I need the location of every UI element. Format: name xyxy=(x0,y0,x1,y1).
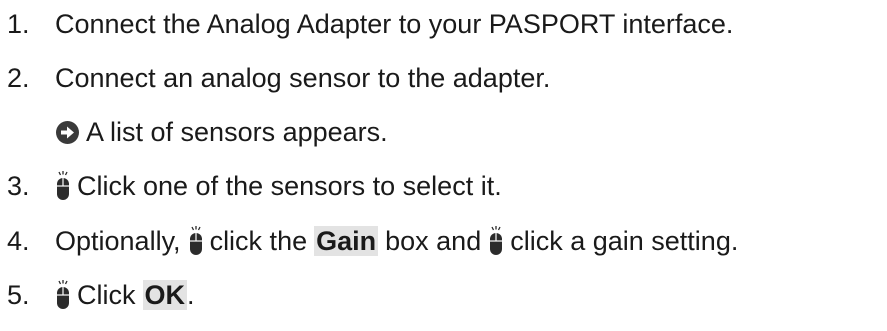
step-text: Connect an analog sensor to the adapter. xyxy=(55,63,551,93)
step-2: 2. Connect an analog sensor to the adapt… xyxy=(0,58,550,98)
mouse-click-icon xyxy=(188,225,204,257)
mouse-click-icon xyxy=(55,279,71,311)
step-2-result: A list of sensors appears. xyxy=(55,112,388,152)
step-5: 5. Click OK . xyxy=(0,275,195,315)
gain-term: Gain xyxy=(314,226,379,256)
step-number: 1. xyxy=(7,9,30,39)
step-text: Optionally, xyxy=(55,226,181,256)
ok-term: OK xyxy=(142,280,187,310)
arrow-right-circle-icon xyxy=(55,120,80,145)
step-text: Connect the Analog Adapter to your PASPO… xyxy=(55,9,734,39)
step-number: 2. xyxy=(7,63,30,93)
result-text: A list of sensors appears. xyxy=(86,117,388,147)
mouse-click-icon xyxy=(488,225,504,257)
step-number: 4. xyxy=(7,226,30,256)
step-text: click a gain setting. xyxy=(510,226,739,256)
step-1: 1. Connect the Analog Adapter to your PA… xyxy=(0,4,733,44)
step-4: 4. Optionally, click the Gain box and cl xyxy=(0,221,738,261)
mouse-click-icon xyxy=(55,170,71,202)
step-text: Click one of the sensors to select it. xyxy=(77,171,502,201)
step-text: Click xyxy=(77,280,136,310)
step-text: box and xyxy=(385,226,482,256)
step-number: 5. xyxy=(7,280,30,310)
step-text-end: . xyxy=(187,280,195,310)
step-number: 3. xyxy=(7,171,30,201)
step-text: click the xyxy=(209,226,308,256)
step-3: 3. Click one of the sensors to select it… xyxy=(0,166,502,206)
instruction-list: 1. Connect the Analog Adapter to your PA… xyxy=(0,0,887,331)
